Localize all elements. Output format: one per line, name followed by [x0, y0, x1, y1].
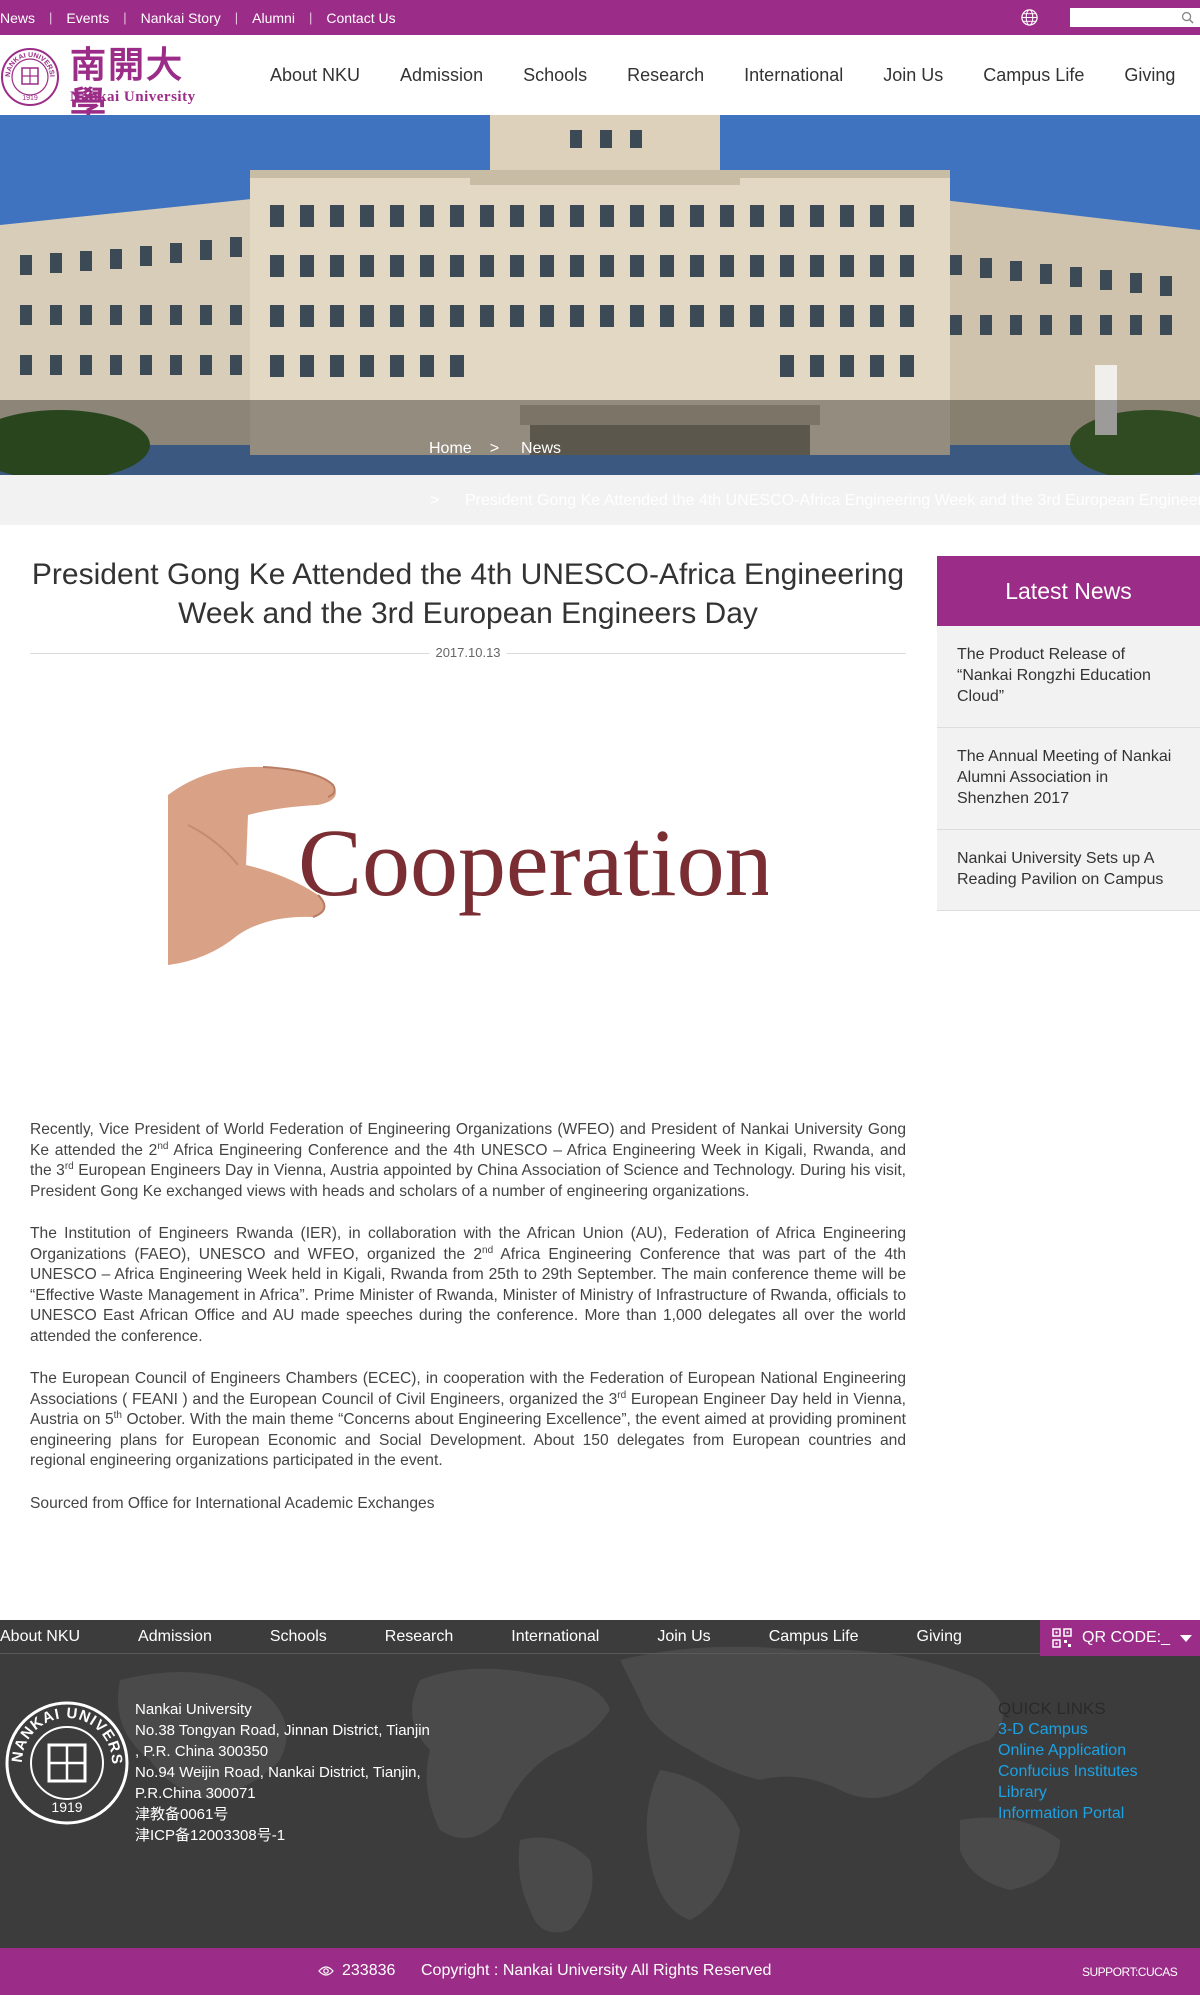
nav-admission[interactable]: Admission [400, 65, 483, 86]
latest-news-item[interactable]: The Product Release of “Nankai Rongzhi E… [937, 626, 1200, 728]
svg-text:NANKAI UNIVERSITY: NANKAI UNIVERSITY [0, 47, 55, 77]
article-date-bar: 2017.10.13 [30, 643, 906, 663]
footer-nav-research[interactable]: Research [385, 1628, 453, 1646]
svg-text:1919: 1919 [22, 95, 38, 102]
quick-link-confucius-institutes[interactable]: Confucius Institutes [998, 1761, 1138, 1782]
article-date: 2017.10.13 [429, 645, 507, 660]
svg-text:Cooperation: Cooperation [298, 809, 768, 916]
sub-breadcrumb-title: President Gong Ke Attended the 4th UNESC… [465, 492, 1200, 509]
nav-international[interactable]: International [744, 65, 843, 86]
search-box [1070, 8, 1200, 27]
quick-link-3d-campus[interactable]: 3-D Campus [998, 1719, 1138, 1740]
utility-separator: | [123, 10, 127, 25]
footer-nav-links: About NKU Admission Schools Research Int… [0, 1620, 1020, 1654]
copyright-bar: 233836 Copyright : Nankai University All… [0, 1948, 1200, 1995]
site-footer: About NKU Admission Schools Research Int… [0, 1620, 1200, 1948]
footer-nav-admission[interactable]: Admission [138, 1628, 212, 1646]
nav-giving[interactable]: Giving [1124, 65, 1175, 86]
utility-link-alumni[interactable]: Alumni [252, 10, 295, 26]
latest-news-item[interactable]: The Annual Meeting of Nankai Alumni Asso… [937, 728, 1200, 830]
qr-code-icon [1052, 1628, 1072, 1648]
article-source: Sourced from Office for International Ac… [30, 1494, 435, 1512]
globe-icon[interactable] [1020, 8, 1039, 27]
support-credit[interactable]: SUPPORT:CUCAS [1082, 1965, 1178, 1979]
visit-counter: 233836 [342, 1962, 396, 1979]
quick-link-information-portal[interactable]: Information Portal [998, 1803, 1138, 1824]
latest-news-item[interactable]: Nankai University Sets up A Reading Pavi… [937, 830, 1200, 911]
utility-separator: | [308, 10, 313, 25]
qr-code-label: QR CODE:_ [1082, 1629, 1171, 1646]
article-paragraph-3: The European Council of Engineers Chambe… [30, 1370, 907, 1469]
footer-nav-campus-life[interactable]: Campus Life [769, 1628, 859, 1646]
footer-nav-join-us[interactable]: Join Us [657, 1628, 710, 1646]
utility-link-events[interactable]: Events [66, 10, 109, 26]
address-line: No.38 Tongyan Road, Jinnan District, Tia… [135, 1722, 430, 1739]
footer-navigation: About NKU Admission Schools Research Int… [0, 1620, 1200, 1654]
main-navigation: About NKU Admission Schools Research Int… [270, 35, 1200, 115]
utility-link-news[interactable]: News [0, 10, 35, 26]
utility-separator: | [49, 10, 53, 25]
nav-join-us[interactable]: Join Us [883, 65, 943, 86]
quick-link-library[interactable]: Library [998, 1782, 1138, 1803]
article-paragraph-2: The Institution of Engineers Rwanda (IER… [30, 1225, 906, 1345]
sub-breadcrumb-bar: > President Gong Ke Attended the 4th UNE… [0, 475, 1200, 525]
utility-link-contact-us[interactable]: Contact Us [326, 10, 395, 26]
copyright-text: Copyright : Nankai University All Rights… [421, 1962, 772, 1979]
address-line: , P.R. China 300350 [135, 1743, 269, 1760]
utility-separator: | [234, 10, 239, 25]
address-line: Nankai University [135, 1701, 252, 1718]
nankai-logo[interactable]: NANKAI UNIVERSITY 1919 南開大學 Nankai Unive… [0, 43, 215, 125]
utility-links: News | Events | Nankai Story | Alumni | … [0, 0, 396, 35]
address-line: P.R.China 300071 [135, 1785, 256, 1802]
utility-link-nankai-story[interactable]: Nankai Story [141, 10, 221, 26]
campus-building-image [0, 115, 1200, 475]
footer-address: Nankai University No.38 Tongyan Road, Ji… [135, 1699, 465, 1846]
address-line: 津ICP备12003308号-1 [135, 1827, 286, 1844]
logo-chinese-name: 南開大學 [70, 44, 185, 126]
top-utility-bar: News | Events | Nankai Story | Alumni | … [0, 0, 1200, 35]
footer-nav-giving[interactable]: Giving [917, 1628, 962, 1646]
cooperation-image: Cooperation [168, 766, 768, 965]
university-seal-icon: NANKAI UNIVERSITY 1919 [0, 47, 59, 106]
search-icon[interactable] [1181, 11, 1194, 24]
svg-text:NANKAI UNIVERSITY: NANKAI UNIVERSITY [4, 1700, 125, 1766]
breadcrumb-news[interactable]: News [521, 440, 561, 458]
article-title: President Gong Ke Attended the 4th UNESC… [31, 558, 905, 630]
address-line: No.94 Weijin Road, Nankai District, Tian… [135, 1764, 421, 1781]
svg-text:1919: 1919 [51, 1799, 82, 1815]
qr-code-button[interactable]: QR CODE:_ [1040, 1620, 1200, 1656]
nav-research[interactable]: Research [627, 65, 704, 86]
chevron-down-icon [1180, 1635, 1192, 1642]
nav-schools[interactable]: Schools [523, 65, 587, 86]
search-input[interactable] [1070, 8, 1174, 27]
latest-news-title: Latest News [937, 556, 1200, 626]
quick-links: QUICK LINKS 3-D Campus Online Applicatio… [998, 1698, 1138, 1824]
hero-banner: Home > News [0, 115, 1200, 475]
article-body: Recently, Vice President of World Federa… [30, 1120, 906, 1536]
quick-link-online-application[interactable]: Online Application [998, 1740, 1138, 1761]
breadcrumb-separator: > [489, 440, 500, 457]
breadcrumb-home[interactable]: Home [429, 440, 472, 458]
latest-news-sidebar: Latest News The Product Release of “Nank… [937, 556, 1200, 911]
breadcrumb: Home > News [429, 440, 561, 458]
footer-nav-about-nku[interactable]: About NKU [0, 1628, 80, 1646]
footer-university-seal-icon: NANKAI UNIVERSITY 1919 [4, 1700, 129, 1825]
article: President Gong Ke Attended the 4th UNESC… [30, 555, 906, 1512]
nav-campus-life[interactable]: Campus Life [983, 65, 1084, 86]
eye-icon [318, 1966, 334, 1976]
logo-english-name: Nankai University [70, 89, 196, 105]
footer-nav-schools[interactable]: Schools [270, 1628, 327, 1646]
nav-about-nku[interactable]: About NKU [270, 65, 360, 86]
site-header: NANKAI UNIVERSITY 1919 南開大學 Nankai Unive… [0, 35, 1200, 125]
quick-links-title: QUICK LINKS [998, 1699, 1106, 1718]
address-line: 津教备0061号 [135, 1806, 229, 1823]
sub-breadcrumb-separator: > [430, 492, 440, 509]
footer-nav-international[interactable]: International [511, 1628, 599, 1646]
article-paragraph-1: Recently, Vice President of World Federa… [30, 1121, 907, 1200]
